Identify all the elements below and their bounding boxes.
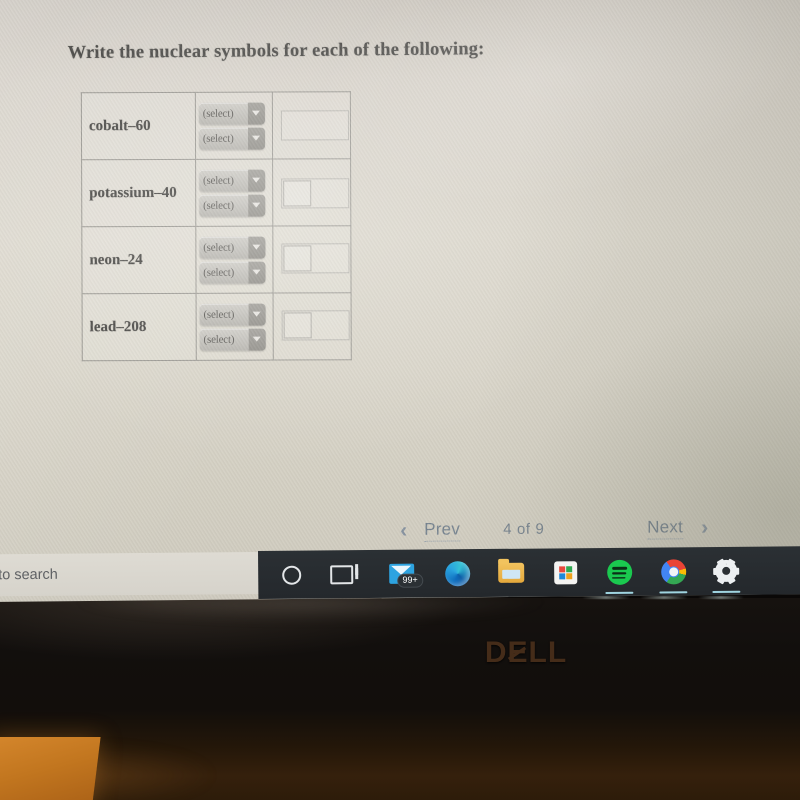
dell-brand-logo: DELL [466, 636, 586, 670]
answer-cell [272, 158, 351, 227]
dropdown-mass-number[interactable]: (select) [198, 102, 265, 125]
nuclear-symbols-table: cobalt–60 (select) (select) potassium–40… [81, 91, 352, 361]
next-link[interactable]: Next [647, 517, 684, 540]
chrome-icon[interactable] [658, 556, 688, 586]
windows-search-box[interactable]: to search [0, 552, 263, 597]
answer-symbol-box[interactable] [283, 312, 312, 339]
answer-symbol-box[interactable] [283, 180, 312, 207]
answer-cell [272, 225, 352, 294]
chevron-down-icon[interactable] [247, 102, 265, 125]
page-title: Write the nuclear symbols for each of th… [67, 39, 485, 64]
dropdown-atomic-number[interactable]: (select) [199, 261, 266, 284]
chevron-left-icon[interactable]: ‹ [400, 519, 407, 543]
chevron-down-icon[interactable] [247, 127, 265, 150]
chevron-down-icon[interactable] [248, 236, 266, 259]
select-cell: (select) (select) [195, 226, 274, 294]
chevron-down-icon[interactable] [247, 169, 266, 192]
laptop-screen: Write the nuclear symbols for each of th… [0, 0, 800, 602]
dropdown-atomic-number[interactable]: (select) [199, 194, 266, 217]
cortana-icon[interactable] [276, 560, 306, 590]
table-row: neon–24 (select) (select) [81, 225, 352, 294]
answer-cell [273, 292, 352, 361]
dropdown-label: (select) [203, 333, 235, 346]
page-counter: 4 of 9 [503, 520, 545, 539]
element-name-cell: cobalt–60 [81, 92, 196, 160]
task-view-icon[interactable] [326, 559, 356, 589]
dropdown-label: (select) [202, 132, 234, 145]
hinge-highlight-right [698, 596, 744, 599]
chevron-down-icon[interactable] [248, 261, 266, 284]
dropdown-label: (select) [203, 266, 235, 279]
dropdown-mass-number[interactable]: (select) [199, 303, 266, 326]
desk-shadow [80, 745, 210, 800]
answer-input-box[interactable] [281, 110, 350, 141]
select-cell: (select) (select) [195, 293, 274, 361]
spotify-icon[interactable] [604, 557, 634, 587]
microsoft-store-icon[interactable] [550, 557, 580, 587]
table-row: lead–208 (select) (select) [82, 292, 352, 361]
dropdown-mass-number[interactable]: (select) [199, 236, 266, 259]
chevron-down-icon[interactable] [248, 303, 266, 326]
file-explorer-icon[interactable] [496, 558, 526, 588]
prev-link[interactable]: Prev [424, 519, 461, 542]
dropdown-atomic-number[interactable]: (select) [198, 127, 265, 150]
dell-logo-suffix: LL [528, 636, 568, 669]
dell-logo-slashed-e: E [507, 636, 529, 669]
element-name-cell: lead–208 [82, 293, 197, 361]
dell-logo-text: D [484, 636, 508, 669]
windows-taskbar: 99+ [258, 546, 800, 599]
dropdown-label: (select) [203, 199, 234, 212]
hinge-highlight-mid [640, 596, 688, 599]
table-row: cobalt–60 (select) (select) [81, 91, 351, 160]
dropdown-label: (select) [202, 174, 234, 187]
chevron-right-icon[interactable]: › [701, 516, 708, 540]
dropdown-atomic-number[interactable]: (select) [199, 328, 266, 351]
dropdown-mass-number[interactable]: (select) [198, 169, 266, 192]
dropdown-label: (select) [203, 308, 235, 321]
wooden-desk-object [0, 737, 101, 800]
table-row: potassium–40 (select) (select) [81, 158, 351, 227]
homework-page: Write the nuclear symbols for each of th… [0, 0, 800, 564]
chevron-down-icon[interactable] [248, 194, 266, 217]
answer-cell [272, 91, 351, 160]
select-cell: (select) (select) [195, 92, 273, 160]
hinge-highlight-left [582, 596, 630, 599]
chevron-down-icon[interactable] [248, 328, 266, 351]
mail-unread-badge: 99+ [397, 573, 423, 588]
element-name-cell: neon–24 [81, 226, 196, 294]
laptop-photo: DELL Write the nuclear symbols for each … [0, 0, 800, 800]
mail-icon[interactable]: 99+ [386, 559, 423, 589]
search-input[interactable]: to search [0, 567, 58, 584]
bezel-light-reflection [60, 596, 680, 642]
element-name-cell: potassium–40 [81, 159, 196, 227]
settings-gear-icon[interactable] [711, 556, 741, 586]
dropdown-label: (select) [202, 107, 234, 120]
edge-icon[interactable] [442, 558, 472, 588]
dropdown-label: (select) [203, 241, 235, 254]
answer-symbol-box[interactable] [283, 245, 312, 272]
select-cell: (select) (select) [195, 159, 273, 227]
